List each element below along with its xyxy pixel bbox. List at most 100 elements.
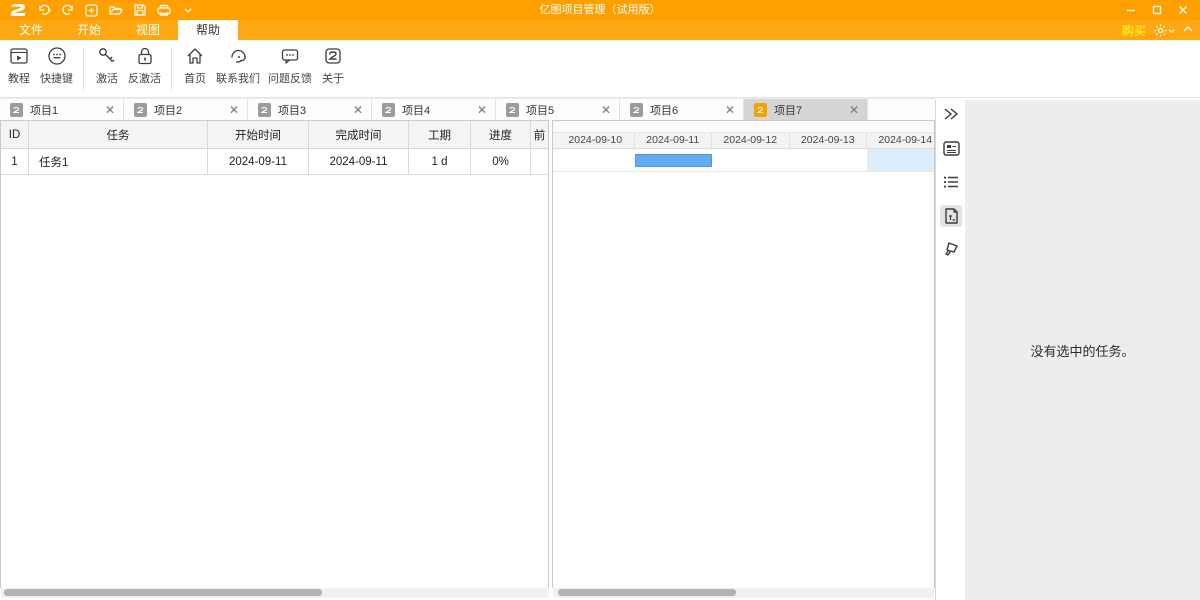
- column-header-progress[interactable]: 进度: [471, 121, 531, 148]
- cell-progress[interactable]: 0%: [471, 149, 531, 174]
- ribbon-separator: [171, 47, 172, 91]
- collapse-ribbon-icon[interactable]: [1182, 21, 1194, 39]
- column-header-id[interactable]: ID: [1, 121, 29, 148]
- gantt-date: 2024-09-12: [712, 133, 790, 149]
- task-list-view-icon[interactable]: [940, 171, 962, 193]
- tab-label: 项目4: [402, 102, 475, 118]
- deactivate-button[interactable]: 反激活: [124, 45, 165, 93]
- column-header-task[interactable]: 任务: [29, 121, 208, 148]
- tutorial-button[interactable]: 教程: [2, 45, 36, 93]
- column-header-predecessor[interactable]: 前: [531, 121, 548, 148]
- feedback-button[interactable]: 问题反馈: [264, 45, 316, 93]
- gantt-hscrollbar-thumb[interactable]: [558, 589, 736, 596]
- contact-us-label: 联系我们: [216, 70, 260, 86]
- menu-start[interactable]: 开始: [68, 20, 110, 40]
- expand-panel-chevrons-icon[interactable]: [940, 103, 962, 125]
- tab-project1[interactable]: 项目1 ✕: [0, 99, 124, 121]
- tutorial-video-icon: [8, 45, 30, 67]
- document-icon: [506, 103, 519, 117]
- document-icon: [258, 103, 271, 117]
- menu-bar: 文件 开始 视图 帮助 购买: [0, 20, 1200, 40]
- window-title: 亿图项目管理（试用版）: [0, 0, 1200, 20]
- tab-project3[interactable]: 项目3 ✕: [248, 99, 372, 121]
- minimize-button[interactable]: [1118, 0, 1144, 20]
- column-header-end[interactable]: 完成时间: [309, 121, 409, 148]
- page-properties-view-icon[interactable]: [940, 205, 962, 227]
- maximize-button[interactable]: [1144, 0, 1170, 20]
- key-icon: [96, 45, 118, 67]
- gantt-task-bar[interactable]: [635, 154, 713, 167]
- menu-file[interactable]: 文件: [10, 20, 52, 40]
- cell-end[interactable]: 2024-09-11: [309, 149, 409, 174]
- task-detail-panel: 没有选中的任务。: [965, 100, 1200, 600]
- home-icon: [184, 45, 206, 67]
- task-detail-view-icon[interactable]: [940, 137, 962, 159]
- cell-id[interactable]: 1: [1, 149, 29, 174]
- document-tab-bar: 项目1 ✕ 项目2 ✕ 项目3 ✕ 项目4 ✕ 项目5 ✕ 项目6 ✕ 项目7 …: [0, 98, 935, 120]
- feedback-label: 问题反馈: [268, 70, 312, 86]
- gantt-task-row: [553, 149, 934, 172]
- cell-duration[interactable]: 1 d: [409, 149, 471, 174]
- close-button[interactable]: [1170, 0, 1196, 20]
- tutorial-label: 教程: [8, 70, 30, 86]
- tab-close-icon[interactable]: ✕: [227, 103, 241, 117]
- table-row[interactable]: 1 任务1 2024-09-11 2024-09-11 1 d 0%: [1, 149, 548, 175]
- settings-gear-icon[interactable]: [1153, 23, 1175, 38]
- about-logo-icon: [322, 45, 344, 67]
- menubar-right-controls: 购买: [1122, 20, 1194, 40]
- lock-icon: [134, 45, 156, 67]
- ribbon-separator: [83, 47, 84, 91]
- tab-label: 项目6: [650, 102, 723, 118]
- tab-project5[interactable]: 项目5 ✕: [496, 99, 620, 121]
- tab-project2[interactable]: 项目2 ✕: [124, 99, 248, 121]
- cell-predecessor[interactable]: [531, 149, 548, 174]
- cell-task[interactable]: 任务1: [29, 149, 208, 174]
- activate-button[interactable]: 激活: [90, 45, 124, 93]
- tab-close-icon[interactable]: ✕: [475, 103, 489, 117]
- column-header-duration[interactable]: 工期: [409, 121, 471, 148]
- tab-close-icon[interactable]: ✕: [599, 103, 613, 117]
- gantt-date: 2024-09-11: [635, 133, 713, 149]
- menu-help[interactable]: 帮助: [178, 20, 238, 40]
- keyboard-shortcuts-icon: [46, 45, 68, 67]
- home-button[interactable]: 首页: [178, 45, 212, 93]
- document-icon: [754, 103, 767, 117]
- tab-label: 项目2: [154, 102, 227, 118]
- format-painter-icon[interactable]: [940, 238, 962, 260]
- tab-project7-active[interactable]: 项目7 ✕: [744, 99, 868, 121]
- table-horizontal-scrollbar[interactable]: [1, 588, 549, 598]
- home-label: 首页: [184, 70, 206, 86]
- gantt-horizontal-scrollbar[interactable]: [553, 588, 934, 598]
- contact-us-button[interactable]: 联系我们: [212, 45, 264, 93]
- column-header-start[interactable]: 开始时间: [208, 121, 309, 148]
- title-bar: 亿图项目管理（试用版）: [0, 0, 1200, 20]
- tab-close-icon[interactable]: ✕: [351, 103, 365, 117]
- menu-view[interactable]: 视图: [127, 20, 169, 40]
- table-hscrollbar-thumb[interactable]: [4, 589, 322, 596]
- gantt-date: 2024-09-10: [557, 133, 635, 149]
- document-icon: [134, 103, 147, 117]
- document-icon: [630, 103, 643, 117]
- window-controls: [1118, 0, 1196, 20]
- tab-close-icon[interactable]: ✕: [103, 103, 117, 117]
- buy-button[interactable]: 购买: [1122, 22, 1146, 39]
- about-button[interactable]: 关于: [316, 45, 350, 93]
- gantt-today-highlight: [867, 149, 935, 171]
- tab-label: 项目5: [526, 102, 599, 118]
- tab-project6[interactable]: 项目6 ✕: [620, 99, 744, 121]
- ribbon-toolbar: 教程 快捷键 激活 反激活 首页 联系我们 问题反馈: [0, 40, 1200, 98]
- shortcuts-label: 快捷键: [40, 70, 73, 86]
- deactivate-label: 反激活: [128, 70, 161, 86]
- right-side-toolbar: [935, 100, 965, 600]
- tab-label: 项目3: [278, 102, 351, 118]
- task-table-pane: ID 任务 开始时间 完成时间 工期 进度 前 1 任务1 2024-09-11…: [0, 120, 549, 588]
- tab-project4[interactable]: 项目4 ✕: [372, 99, 496, 121]
- table-header-row: ID 任务 开始时间 完成时间 工期 进度 前: [1, 121, 548, 149]
- tab-close-icon[interactable]: ✕: [847, 103, 861, 117]
- tab-close-icon[interactable]: ✕: [723, 103, 737, 117]
- cell-start[interactable]: 2024-09-11: [208, 149, 309, 174]
- gantt-date: 2024-09-14: [867, 133, 935, 149]
- headset-icon: [227, 45, 249, 67]
- shortcuts-button[interactable]: 快捷键: [36, 45, 77, 93]
- about-label: 关于: [322, 70, 344, 86]
